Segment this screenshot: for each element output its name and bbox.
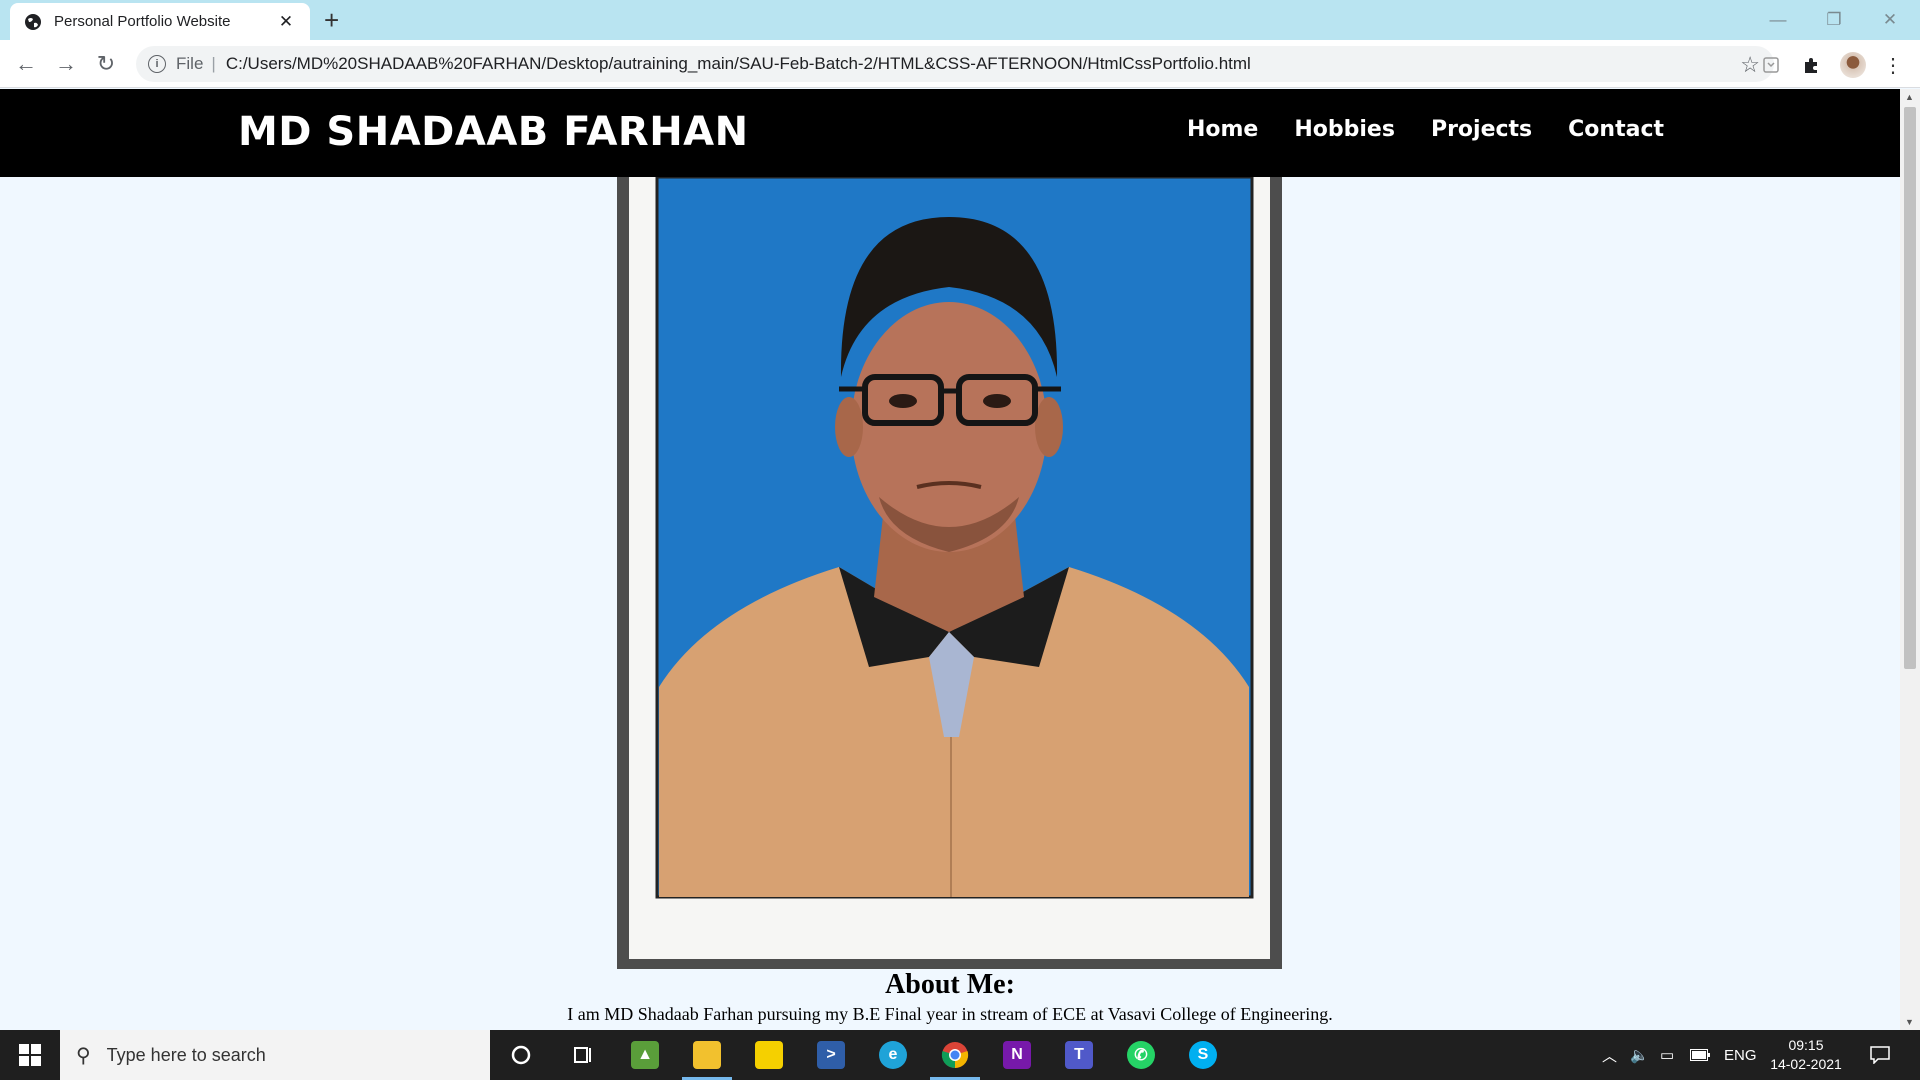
whatsapp-icon[interactable]: ✆	[1110, 1030, 1172, 1080]
onenote-icon[interactable]: N	[986, 1030, 1048, 1080]
scroll-up-icon[interactable]: ▲	[1905, 92, 1914, 102]
site-logo: MD SHADAAB FARHAN	[238, 109, 749, 155]
address-bar[interactable]: i File | C:/Users/MD%20SHADAAB%20FARHAN/…	[136, 46, 1774, 82]
url-text[interactable]: C:/Users/MD%20SHADAAB%20FARHAN/Desktop/a…	[226, 54, 1251, 74]
notifications-icon[interactable]	[1870, 1030, 1890, 1080]
nav-projects[interactable]: Projects	[1431, 117, 1532, 142]
profile-avatar[interactable]	[1840, 52, 1866, 78]
search-icon: ⚲	[76, 1044, 91, 1067]
scrollbar-thumb[interactable]	[1904, 107, 1916, 669]
show-hidden-icons[interactable]: ︿	[1602, 1030, 1617, 1080]
taskbar-clock[interactable]: 09:15 14-02-2021	[1756, 1036, 1856, 1074]
taskbar-search-placeholder: Type here to search	[106, 1044, 266, 1065]
browser-tabstrip: Personal Portfolio Website ✕ + — ❐ ✕	[0, 0, 1920, 40]
cortana-icon[interactable]	[490, 1030, 552, 1080]
nav-hobbies[interactable]: Hobbies	[1294, 117, 1395, 142]
close-tab-icon[interactable]: ✕	[276, 12, 296, 32]
globe-icon	[25, 13, 41, 30]
forward-icon[interactable]: →	[50, 48, 82, 80]
nav-contact[interactable]: Contact	[1568, 117, 1664, 142]
reload-icon[interactable]: ↻	[90, 48, 122, 80]
chrome-icon[interactable]	[924, 1030, 986, 1080]
reading-list-icon[interactable]	[1758, 52, 1784, 78]
scroll-down-icon[interactable]: ▼	[1905, 1017, 1914, 1027]
minimize-icon[interactable]: —	[1750, 0, 1806, 40]
file-explorer-icon[interactable]	[676, 1030, 738, 1080]
url-scheme: File	[176, 54, 204, 73]
task-view-icon[interactable]	[552, 1030, 614, 1080]
menu-icon[interactable]: ⋮	[1880, 52, 1906, 78]
profile-photo	[629, 177, 1270, 959]
nav-home[interactable]: Home	[1187, 117, 1258, 142]
back-icon[interactable]: ←	[10, 48, 42, 80]
url-separator: |	[211, 54, 216, 73]
language-indicator[interactable]: ENG	[1724, 1030, 1757, 1080]
windows-start-icon[interactable]	[0, 1030, 60, 1080]
site-info-icon[interactable]: i	[148, 55, 166, 73]
meet-now-icon[interactable]: ▭	[1660, 1030, 1674, 1080]
site-header: MD SHADAAB FARHAN Home Hobbies Projects …	[0, 89, 1900, 177]
powershell-icon[interactable]: >	[800, 1030, 862, 1080]
web-page: MD SHADAAB FARHAN Home Hobbies Projects …	[0, 89, 1900, 1030]
restore-icon[interactable]: ❐	[1806, 0, 1862, 40]
edge-icon[interactable]: e	[862, 1030, 924, 1080]
close-window-icon[interactable]: ✕	[1862, 0, 1918, 40]
profile-photo-frame	[617, 177, 1282, 969]
photos-icon[interactable]: ▲	[614, 1030, 676, 1080]
clock-time: 09:15	[1788, 1037, 1824, 1053]
battery-icon[interactable]	[1690, 1030, 1710, 1080]
volume-icon[interactable]: 🔈	[1630, 1030, 1649, 1080]
page-scrollbar[interactable]: ▲ ▼	[1900, 89, 1920, 1030]
clock-date: 14-02-2021	[1770, 1056, 1842, 1072]
new-tab-button[interactable]: +	[324, 6, 339, 34]
sticky-notes-icon[interactable]	[738, 1030, 800, 1080]
about-title: About Me:	[885, 969, 1015, 1000]
windows-taskbar: ⚲ Type here to search ▲ > e N T ✆ S ︿ 🔈 …	[0, 1030, 1920, 1080]
skype-icon[interactable]: S	[1172, 1030, 1234, 1080]
about-text: I am MD Shadaab Farhan pursuing my B.E F…	[567, 1004, 1333, 1024]
extensions-icon[interactable]	[1798, 52, 1824, 78]
teams-icon[interactable]: T	[1048, 1030, 1110, 1080]
site-nav: Home Hobbies Projects Contact	[1187, 117, 1664, 142]
browser-toolbar: ← → ↻ i File | C:/Users/MD%20SHADAAB%20F…	[0, 40, 1920, 88]
taskbar-search[interactable]: ⚲ Type here to search	[60, 1030, 490, 1080]
browser-tab[interactable]: Personal Portfolio Website ✕	[10, 3, 310, 40]
tab-title: Personal Portfolio Website	[54, 13, 231, 30]
